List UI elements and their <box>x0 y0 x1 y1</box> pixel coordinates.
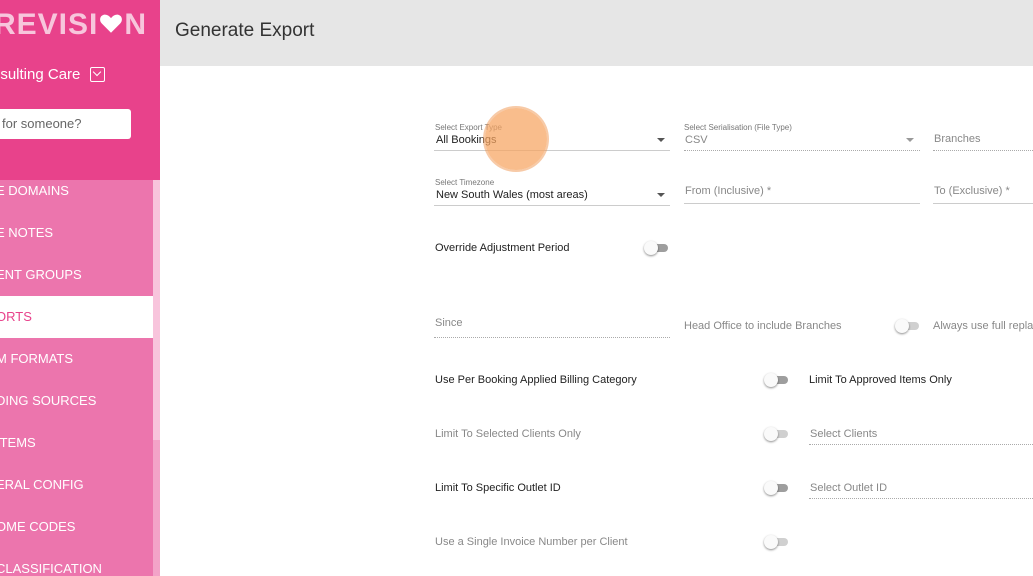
timezone-label: Select Timezone <box>435 178 495 187</box>
head-office-label: Head Office to include Branches <box>684 320 842 332</box>
app-logo[interactable]: REVISI N <box>0 8 147 42</box>
select-outlet-input[interactable]: Select Outlet ID <box>809 478 1033 499</box>
select-outlet-placeholder: Select Outlet ID <box>810 482 888 494</box>
sidebar-item-notes[interactable]: E NOTES <box>0 212 153 254</box>
timezone-select[interactable]: Select Timezone New South Wales (most ar… <box>434 175 670 206</box>
single-invoice-toggle[interactable] <box>764 535 788 549</box>
toggle-knob <box>764 427 778 441</box>
sidebar-nav: E DOMAINS E NOTES ENT GROUPS ORTS M FORM… <box>0 170 153 576</box>
page-header: Generate Export <box>160 0 1033 66</box>
limit-clients-label: Limit To Selected Clients Only <box>435 428 581 440</box>
click-indicator <box>485 108 547 170</box>
toggle-knob <box>764 481 778 495</box>
sidebar: REVISI N nsulting Care E DOMAINS E NOTES … <box>0 0 160 576</box>
limit-approved-label: Limit To Approved Items Only <box>809 374 952 386</box>
sidebar-scrollbar[interactable] <box>153 180 160 576</box>
from-date-input[interactable]: From (Inclusive) * <box>684 175 920 204</box>
toggle-knob <box>764 373 778 387</box>
heart-icon <box>98 10 124 36</box>
override-adjustment-label: Override Adjustment Period <box>435 242 570 254</box>
caret-down-icon <box>906 138 914 142</box>
select-clients-input[interactable]: Select Clients <box>809 424 1033 445</box>
search-input[interactable] <box>0 109 131 139</box>
serialisation-label: Select Serialisation (File Type) <box>684 123 792 132</box>
per-booking-billing-toggle[interactable] <box>764 373 788 387</box>
sidebar-item-domains[interactable]: E DOMAINS <box>0 170 153 212</box>
serialisation-value: CSV <box>685 134 708 146</box>
from-date-placeholder: From (Inclusive) * <box>685 185 772 197</box>
limit-outlet-label: Limit To Specific Outlet ID <box>435 482 561 494</box>
sidebar-item-general-config[interactable]: ERAL CONFIG <box>0 464 153 506</box>
export-type-select[interactable]: Select Export Type All Bookings <box>434 120 670 151</box>
toggle-knob <box>764 535 778 549</box>
page-title: Generate Export <box>175 20 315 41</box>
sidebar-item-funding-sources[interactable]: DING SOURCES <box>0 380 153 422</box>
override-adjustment-toggle[interactable] <box>644 241 668 255</box>
head-office-toggle[interactable] <box>895 319 919 333</box>
organization-name: nsulting Care <box>0 66 81 83</box>
to-date-input[interactable]: To (Exclusive) * <box>933 175 1033 204</box>
logo-text: REVISI <box>0 8 99 41</box>
since-input[interactable]: Since <box>434 312 670 338</box>
select-clients-placeholder: Select Clients <box>810 428 878 440</box>
toggle-knob <box>644 241 658 255</box>
logo-text-end: N <box>124 8 148 41</box>
sidebar-item-formats[interactable]: M FORMATS <box>0 338 153 380</box>
caret-down-icon <box>657 193 665 197</box>
sidebar-item-codes[interactable]: OME CODES <box>0 506 153 548</box>
limit-clients-toggle[interactable] <box>764 427 788 441</box>
sidebar-header: REVISI N nsulting Care <box>0 0 160 180</box>
organization-switcher[interactable]: nsulting Care <box>0 66 106 83</box>
branches-placeholder: Branches <box>934 133 981 145</box>
to-date-placeholder: To (Exclusive) * <box>934 185 1010 197</box>
single-invoice-label: Use a Single Invoice Number per Client <box>435 536 628 548</box>
sidebar-item-client-groups[interactable]: ENT GROUPS <box>0 254 153 296</box>
timezone-value: New South Wales (most areas) <box>436 189 588 201</box>
sidebar-scrollbar-thumb[interactable] <box>153 180 160 440</box>
chevron-down-icon[interactable] <box>90 67 106 82</box>
sidebar-item-items[interactable]: ITEMS <box>0 422 153 464</box>
serialisation-select[interactable]: Select Serialisation (File Type) CSV <box>684 120 920 151</box>
always-full-label: Always use full repla <box>933 320 1033 332</box>
toggle-knob <box>895 319 909 333</box>
sidebar-item-classification[interactable]: CLASSIFICATION <box>0 548 153 576</box>
branches-select[interactable]: Branches <box>933 120 1033 151</box>
per-booking-billing-label: Use Per Booking Applied Billing Category <box>435 374 637 386</box>
sidebar-item-exports[interactable]: ORTS <box>0 296 153 338</box>
since-placeholder: Since <box>435 317 463 329</box>
limit-outlet-toggle[interactable] <box>764 481 788 495</box>
caret-down-icon <box>657 138 665 142</box>
